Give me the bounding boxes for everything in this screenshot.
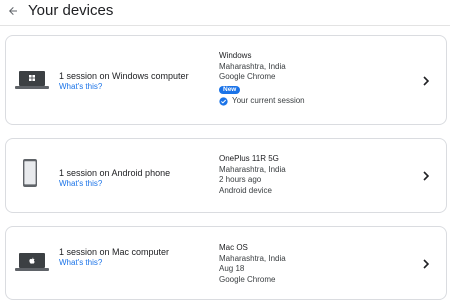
arrow-left-icon (9, 7, 17, 15)
device-card-mac[interactable]: 1 session on Mac computer What's this? M… (5, 226, 447, 300)
device-os: Mac OS (219, 243, 248, 252)
device-browser: Google Chrome (219, 72, 276, 81)
device-card-windows[interactable]: 1 session on Windows computer What's thi… (5, 35, 447, 125)
session-label: 1 session on Android phone (59, 168, 171, 178)
chevron-right-icon[interactable] (421, 75, 431, 87)
top-bar: Your devices (0, 0, 450, 26)
device-os: Windows (219, 51, 252, 60)
device-type: Android device (219, 185, 272, 195)
whats-this-link[interactable]: What's this? (59, 179, 102, 189)
whats-this-link[interactable]: What's this? (59, 258, 102, 268)
session-label: 1 session on Windows computer (59, 71, 189, 81)
chevron-right-icon[interactable] (421, 258, 431, 270)
device-last-active: 2 hours ago (219, 175, 262, 184)
device-details: OnePlus 11R 5G Maharashtra, India 2 hour… (219, 154, 286, 196)
device-location: Maharashtra, India (219, 164, 286, 174)
current-session-label: Your current session (232, 96, 305, 105)
device-card-android[interactable]: 1 session on Android phone What's this? … (5, 138, 447, 213)
device-details: Mac OS Maharashtra, India Aug 18 Google … (219, 243, 286, 285)
check-circle-icon (219, 97, 228, 106)
current-session-indicator: Your current session (219, 96, 305, 107)
back-button[interactable] (4, 2, 22, 20)
session-label: 1 session on Mac computer (59, 247, 170, 257)
mac-laptop-icon (15, 253, 49, 271)
device-last-active: Aug 18 (219, 264, 245, 273)
device-details: Windows Maharashtra, India Google Chrome… (219, 51, 305, 107)
device-model: OnePlus 11R 5G (219, 154, 279, 163)
whats-this-link[interactable]: What's this? (59, 82, 102, 92)
device-browser: Google Chrome (219, 274, 276, 284)
device-location: Maharashtra, India (219, 61, 286, 71)
android-phone-icon (23, 159, 37, 187)
device-location: Maharashtra, India (219, 253, 286, 263)
windows-laptop-icon (15, 71, 49, 89)
page-title: Your devices (28, 2, 114, 19)
new-badge: New (219, 85, 241, 94)
chevron-right-icon[interactable] (421, 170, 431, 182)
